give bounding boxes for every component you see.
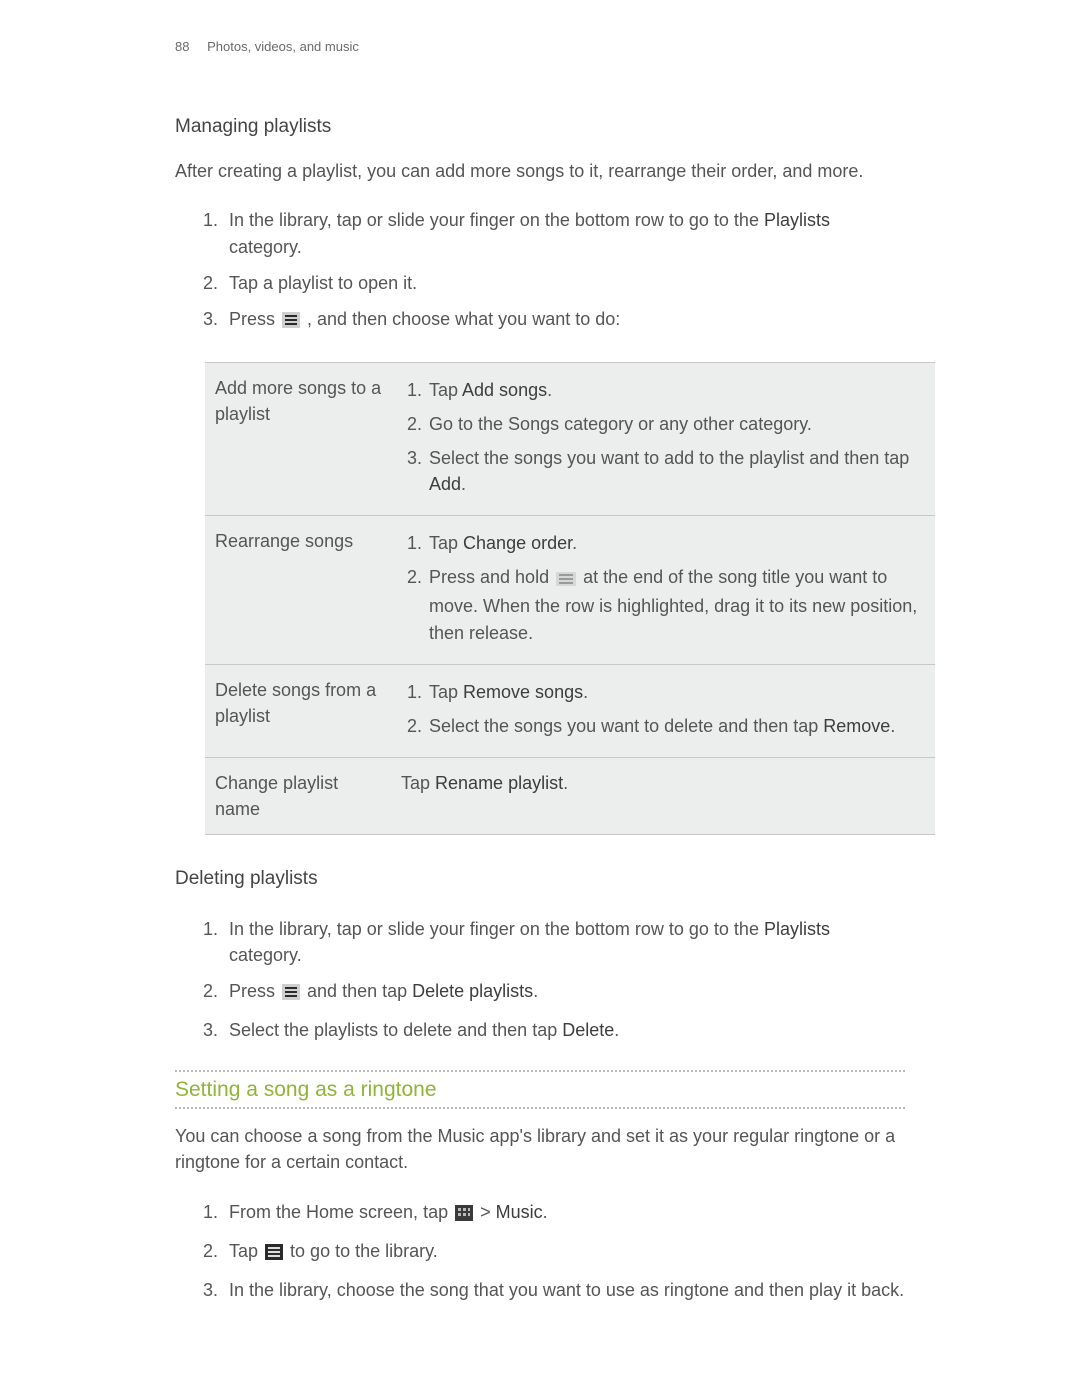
option-content: Tap Rename playlist. [395, 757, 935, 834]
table-row: Change playlist name Tap Rename playlist… [205, 757, 935, 834]
ringtone-step-3: In the library, choose the song that you… [223, 1272, 905, 1308]
deleting-step-2: Press and then tap Delete playlists. [223, 973, 905, 1012]
apps-grid-icon [455, 1202, 473, 1228]
option-content: Tap Change order. Press and hold at the … [395, 516, 935, 664]
deleting-heading: Deleting playlists [175, 865, 905, 893]
managing-steps: In the library, tap or slide your finger… [223, 202, 905, 339]
ringtone-title: Setting a song as a ringtone [175, 1070, 905, 1109]
option-label: Delete songs from a playlist [205, 664, 395, 757]
managing-intro: After creating a playlist, you can add m… [175, 158, 905, 184]
table-row: Delete songs from a playlist Tap Remove … [205, 664, 935, 757]
menu-icon [282, 981, 300, 1007]
menu-icon [282, 309, 300, 335]
drag-handle-icon [556, 567, 576, 593]
option-label: Change playlist name [205, 757, 395, 834]
playlist-options-table: Add more songs to a playlist Tap Add son… [205, 362, 935, 835]
option-label: Add more songs to a playlist [205, 362, 395, 515]
option-content: Tap Add songs. Go to the Songs category … [395, 362, 935, 515]
option-content: Tap Remove songs. Select the songs you w… [395, 664, 935, 757]
page-number: 88 [175, 39, 189, 54]
ringtone-intro: You can choose a song from the Music app… [175, 1123, 905, 1175]
ringtone-steps: From the Home screen, tap > Music. Tap t… [223, 1194, 905, 1308]
managing-step-1: In the library, tap or slide your finger… [223, 202, 905, 264]
deleting-steps: In the library, tap or slide your finger… [223, 911, 905, 1048]
chapter-title: Photos, videos, and music [207, 39, 359, 54]
option-label: Rearrange songs [205, 516, 395, 664]
managing-step-2: Tap a playlist to open it. [223, 265, 905, 301]
managing-step-3: Press , and then choose what you want to… [223, 301, 905, 340]
table-row: Rearrange songs Tap Change order. Press … [205, 516, 935, 664]
managing-heading: Managing playlists [175, 113, 905, 141]
ringtone-step-2: Tap to go to the library. [223, 1233, 905, 1272]
ringtone-step-1: From the Home screen, tap > Music. [223, 1194, 905, 1233]
table-row: Add more songs to a playlist Tap Add son… [205, 362, 935, 515]
deleting-step-1: In the library, tap or slide your finger… [223, 911, 905, 973]
page-header: 88 Photos, videos, and music [175, 38, 905, 57]
deleting-step-3: Select the playlists to delete and then … [223, 1012, 905, 1048]
library-icon [265, 1241, 283, 1267]
